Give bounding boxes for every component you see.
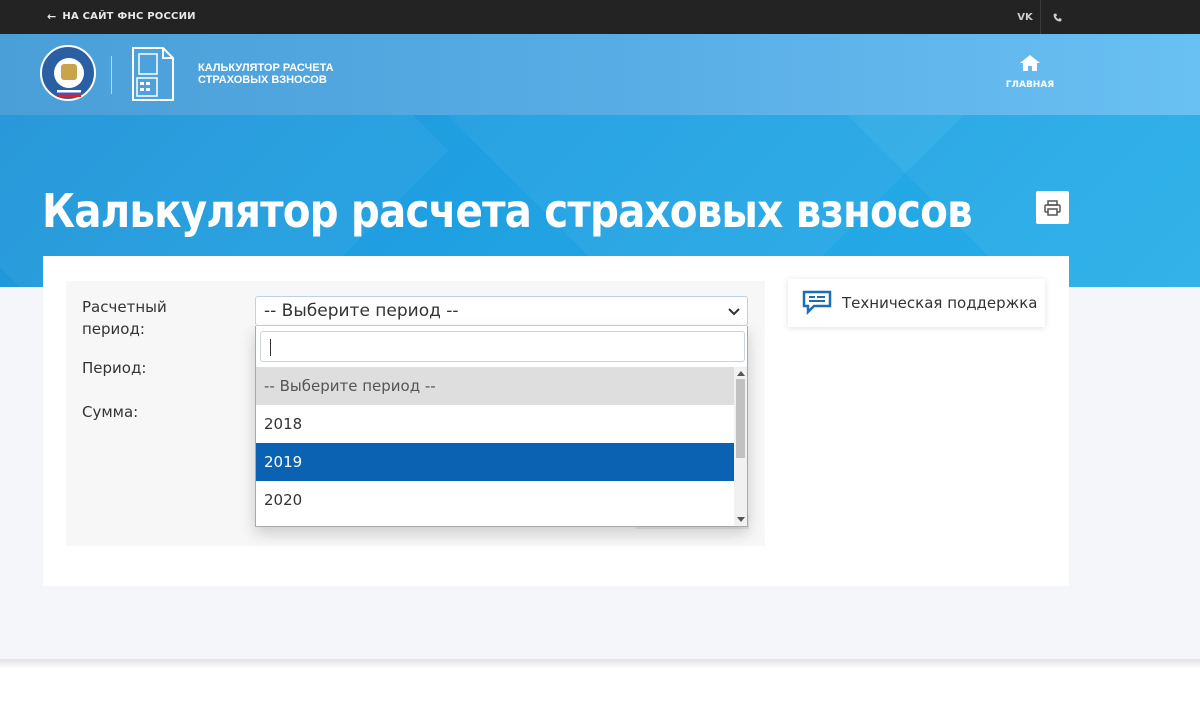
- tech-support-button[interactable]: Техническая поддержка: [788, 279, 1045, 327]
- dropdown-option-highlighted[interactable]: 2019: [256, 443, 734, 481]
- calculator-document-icon: [132, 47, 174, 101]
- back-to-fns-link[interactable]: ← НА САЙТ ФНС РОССИИ: [47, 10, 196, 23]
- dropdown-option[interactable]: 2020: [256, 481, 734, 519]
- fns-emblem-logo[interactable]: [40, 45, 96, 101]
- page-title: Калькулятор расчета страховых взносов: [42, 184, 973, 238]
- period-label: Период:: [82, 359, 147, 377]
- scrollbar-thumb[interactable]: [736, 379, 745, 458]
- topbar-divider: [1040, 0, 1041, 34]
- brand-title[interactable]: КАЛЬКУЛЯТОР РАСЧЕТА СТРАХОВЫХ ВЗНОСОВ: [198, 62, 334, 86]
- arrow-left-icon: ←: [47, 10, 57, 23]
- dropdown-option[interactable]: -- Выберите период --: [256, 367, 734, 405]
- dropdown-search-input[interactable]: [260, 331, 745, 362]
- print-button[interactable]: [1036, 191, 1069, 224]
- site-header: КАЛЬКУЛЯТОР РАСЧЕТА СТРАХОВЫХ ВЗНОСОВ ГЛ…: [0, 34, 1200, 115]
- text-caret: [270, 339, 271, 356]
- home-icon: [1020, 55, 1040, 71]
- sum-label: Сумма:: [82, 403, 139, 421]
- phone-icon[interactable]: [1044, 0, 1070, 34]
- chat-bubble-icon: [802, 290, 832, 316]
- chevron-down-icon: [728, 308, 740, 316]
- scroll-down-arrow-icon[interactable]: [737, 517, 745, 522]
- top-bar: ← НА САЙТ ФНС РОССИИ VK: [0, 0, 1200, 34]
- vk-icon[interactable]: VK: [1010, 0, 1040, 34]
- tech-support-label: Техническая поддержка: [842, 294, 1038, 312]
- printer-icon: [1044, 199, 1061, 216]
- period-select[interactable]: -- Выберите период --: [255, 296, 748, 326]
- period-select-value: -- Выберите период --: [264, 301, 459, 321]
- period-type-label: Расчетный период:: [82, 298, 167, 338]
- back-link-label: НА САЙТ ФНС РОССИИ: [62, 11, 196, 22]
- period-dropdown: -- Выберите период -- 2018 2019 2020: [255, 326, 748, 527]
- brand-line-1: КАЛЬКУЛЯТОР РАСЧЕТА: [198, 62, 334, 74]
- footer: [0, 659, 1200, 709]
- scroll-up-arrow-icon[interactable]: [737, 371, 745, 376]
- logo-divider: [111, 56, 112, 94]
- dropdown-scrollbar[interactable]: [734, 367, 747, 526]
- brand-line-2: СТРАХОВЫХ ВЗНОСОВ: [198, 74, 327, 86]
- home-label: ГЛАВНАЯ: [1005, 80, 1055, 90]
- dropdown-option[interactable]: 2018: [256, 405, 734, 443]
- home-nav-button[interactable]: ГЛАВНАЯ: [1000, 54, 1060, 90]
